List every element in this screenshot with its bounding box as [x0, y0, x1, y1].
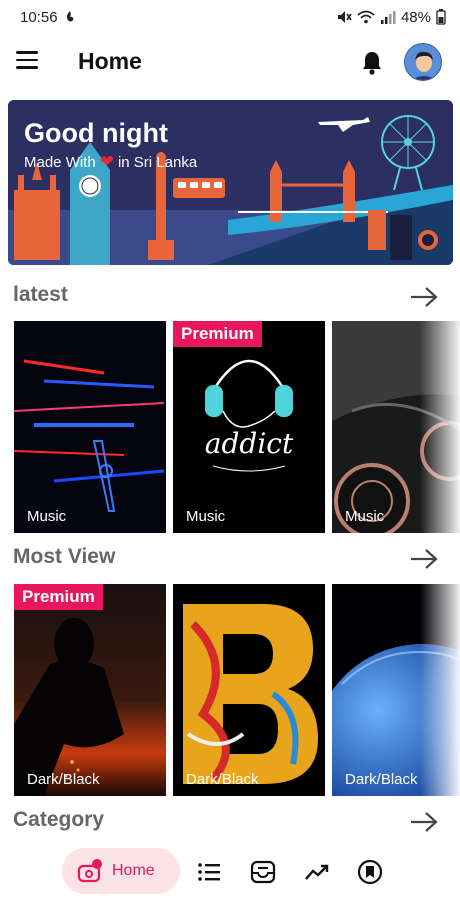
battery-icon — [436, 9, 446, 25]
latest-card-row: Music addict Premium Music Music — [0, 321, 460, 533]
arrow-right-icon[interactable] — [409, 810, 439, 834]
inbox-icon[interactable] — [250, 859, 276, 885]
made-with-text: Made With — [24, 153, 96, 171]
addict-text: addict — [205, 427, 294, 460]
latest-card[interactable]: Music — [332, 321, 460, 533]
wifi-icon — [357, 10, 375, 24]
mute-icon — [337, 11, 352, 23]
vinyl-art — [332, 321, 460, 533]
latest-card[interactable]: Music — [14, 321, 166, 533]
location-text: in Sri Lanka — [117, 153, 198, 171]
section-category-header: Category — [13, 808, 443, 838]
card-category-label: Dark/Black — [186, 771, 259, 788]
notification-icon — [66, 11, 73, 22]
section-latest-title: latest — [13, 283, 68, 306]
most-view-card[interactable]: Dark/Black — [332, 584, 460, 796]
arrow-right-icon[interactable] — [409, 547, 439, 571]
page-title: Home — [78, 48, 142, 74]
earth-art — [332, 584, 460, 796]
arrow-right-icon[interactable] — [409, 285, 439, 309]
most-view-card[interactable]: Premium Dark/Black — [14, 584, 166, 796]
list-icon[interactable] — [196, 859, 222, 885]
nav-home[interactable]: Home — [62, 848, 180, 894]
greeting-title: Good night — [24, 118, 168, 148]
bookmark-icon[interactable] — [357, 859, 383, 885]
section-category-title: Category — [13, 808, 105, 831]
status-left: 10:56 — [20, 9, 76, 26]
greeting-subtitle: Made With ❤ in Sri Lanka — [24, 152, 197, 172]
card-category-label: Music — [27, 508, 67, 525]
neon-music-art — [14, 321, 166, 533]
screen: 10:56 48% Home Good night Made With ❤ in… — [0, 0, 460, 900]
card-category-label: Dark/Black — [345, 771, 418, 788]
most-view-card[interactable]: B Dark/Black — [173, 584, 325, 796]
trending-icon[interactable] — [304, 859, 330, 885]
section-most-view-header: Most View — [13, 545, 443, 575]
home-icon — [77, 859, 102, 883]
status-right: 48% — [336, 9, 446, 26]
heart-icon: ❤ — [99, 152, 114, 171]
headphones-art: addict — [173, 321, 325, 533]
section-latest-header: latest — [13, 283, 443, 313]
nav-home-label: Home — [112, 862, 155, 879]
bottom-nav: Home — [0, 840, 460, 900]
card-category-label: Music — [345, 508, 385, 525]
premium-badge: Premium — [173, 321, 262, 347]
card-category-label: Music — [186, 508, 226, 525]
app-bar: Home — [0, 34, 460, 90]
silhouette-art — [14, 584, 166, 796]
avatar[interactable] — [404, 43, 442, 81]
status-time: 10:56 — [20, 8, 58, 26]
most-view-card-row: Premium Dark/Black B Dark/Black — [0, 584, 460, 796]
card-category-label: Dark/Black — [27, 771, 100, 788]
letter-b-art: B — [173, 584, 325, 796]
greeting-banner: Good night Made With ❤ in Sri Lanka — [8, 100, 453, 265]
premium-badge: Premium — [14, 584, 103, 610]
latest-card[interactable]: addict Premium Music — [173, 321, 325, 533]
status-bar: 10:56 48% — [0, 0, 460, 34]
menu-icon[interactable] — [16, 51, 38, 71]
section-most-view-title: Most View — [13, 545, 116, 568]
bell-icon[interactable] — [360, 50, 384, 76]
signal-icon — [380, 11, 396, 24]
battery-percent: 48% — [400, 8, 431, 26]
